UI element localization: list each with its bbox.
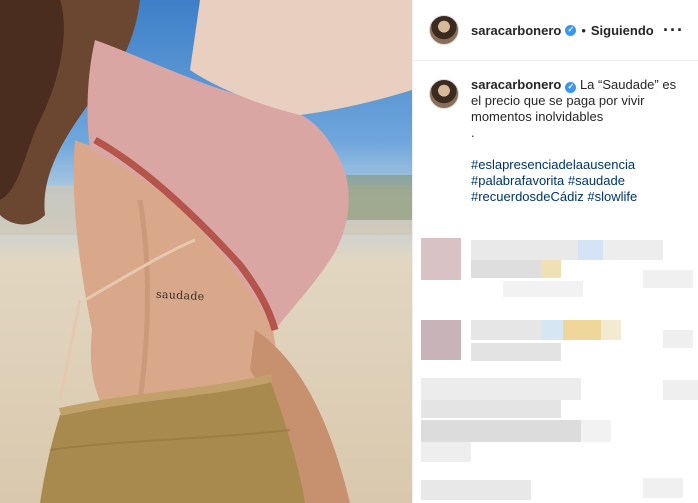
blurred-block [663,380,698,400]
blurred-block [503,281,583,297]
blurred-block [421,442,471,462]
hashtag[interactable]: #saudade [568,173,625,188]
caption-username[interactable]: saracarbonero [471,77,561,92]
blurred-block [541,320,563,340]
blurred-block [601,320,621,340]
blurred-block [471,320,551,340]
blurred-block [663,330,693,348]
hashtag[interactable]: #palabrafavorita [471,173,564,188]
blurred-block [563,320,601,340]
caption-dot: . [471,125,475,140]
blurred-block [581,420,611,442]
blurred-block [578,240,603,260]
blurred-block [471,240,591,260]
verified-badge-icon: ✓ [565,24,577,36]
hashtag[interactable]: #recuerdosdeCádiz [471,189,584,204]
hashtag[interactable]: #eslapresenciadelaausencia [471,157,635,172]
hashtag[interactable]: #slowlife [587,189,637,204]
post-photo-illustration [0,0,412,503]
header-separator: • [581,22,586,38]
blurred-block [421,480,531,500]
post-sidebar: saracarbonero ✓ • Siguiendo ··· saracarb… [412,0,698,503]
blurred-block [421,420,581,442]
blurred-avatar [421,238,461,280]
blurred-avatar [421,320,461,360]
blurred-block [603,240,663,260]
blurred-block [421,400,561,418]
verified-badge-icon: ✓ [565,81,577,93]
caption: saracarbonero ✓ La “Saudade” es el precio… [413,61,698,205]
avatar[interactable] [429,79,459,109]
blurred-block [643,270,693,288]
hashtag-list: #eslapresenciadelaausencia #palabrafavor… [471,157,683,205]
more-options-icon[interactable]: ··· [663,20,684,41]
tattoo-text: saudade [155,287,205,304]
caption-body: saracarbonero ✓ La “Saudade” es el precio… [471,77,683,205]
avatar[interactable] [429,15,459,45]
post-header: saracarbonero ✓ • Siguiendo ··· [413,0,698,61]
blurred-block [643,478,683,498]
blurred-block [471,260,541,278]
blurred-block [541,260,561,278]
post-photo[interactable]: saudade [0,0,412,503]
following-button[interactable]: Siguiendo [591,23,654,38]
blurred-block [471,343,561,361]
blurred-block [421,378,581,400]
header-username[interactable]: saracarbonero [471,23,561,38]
